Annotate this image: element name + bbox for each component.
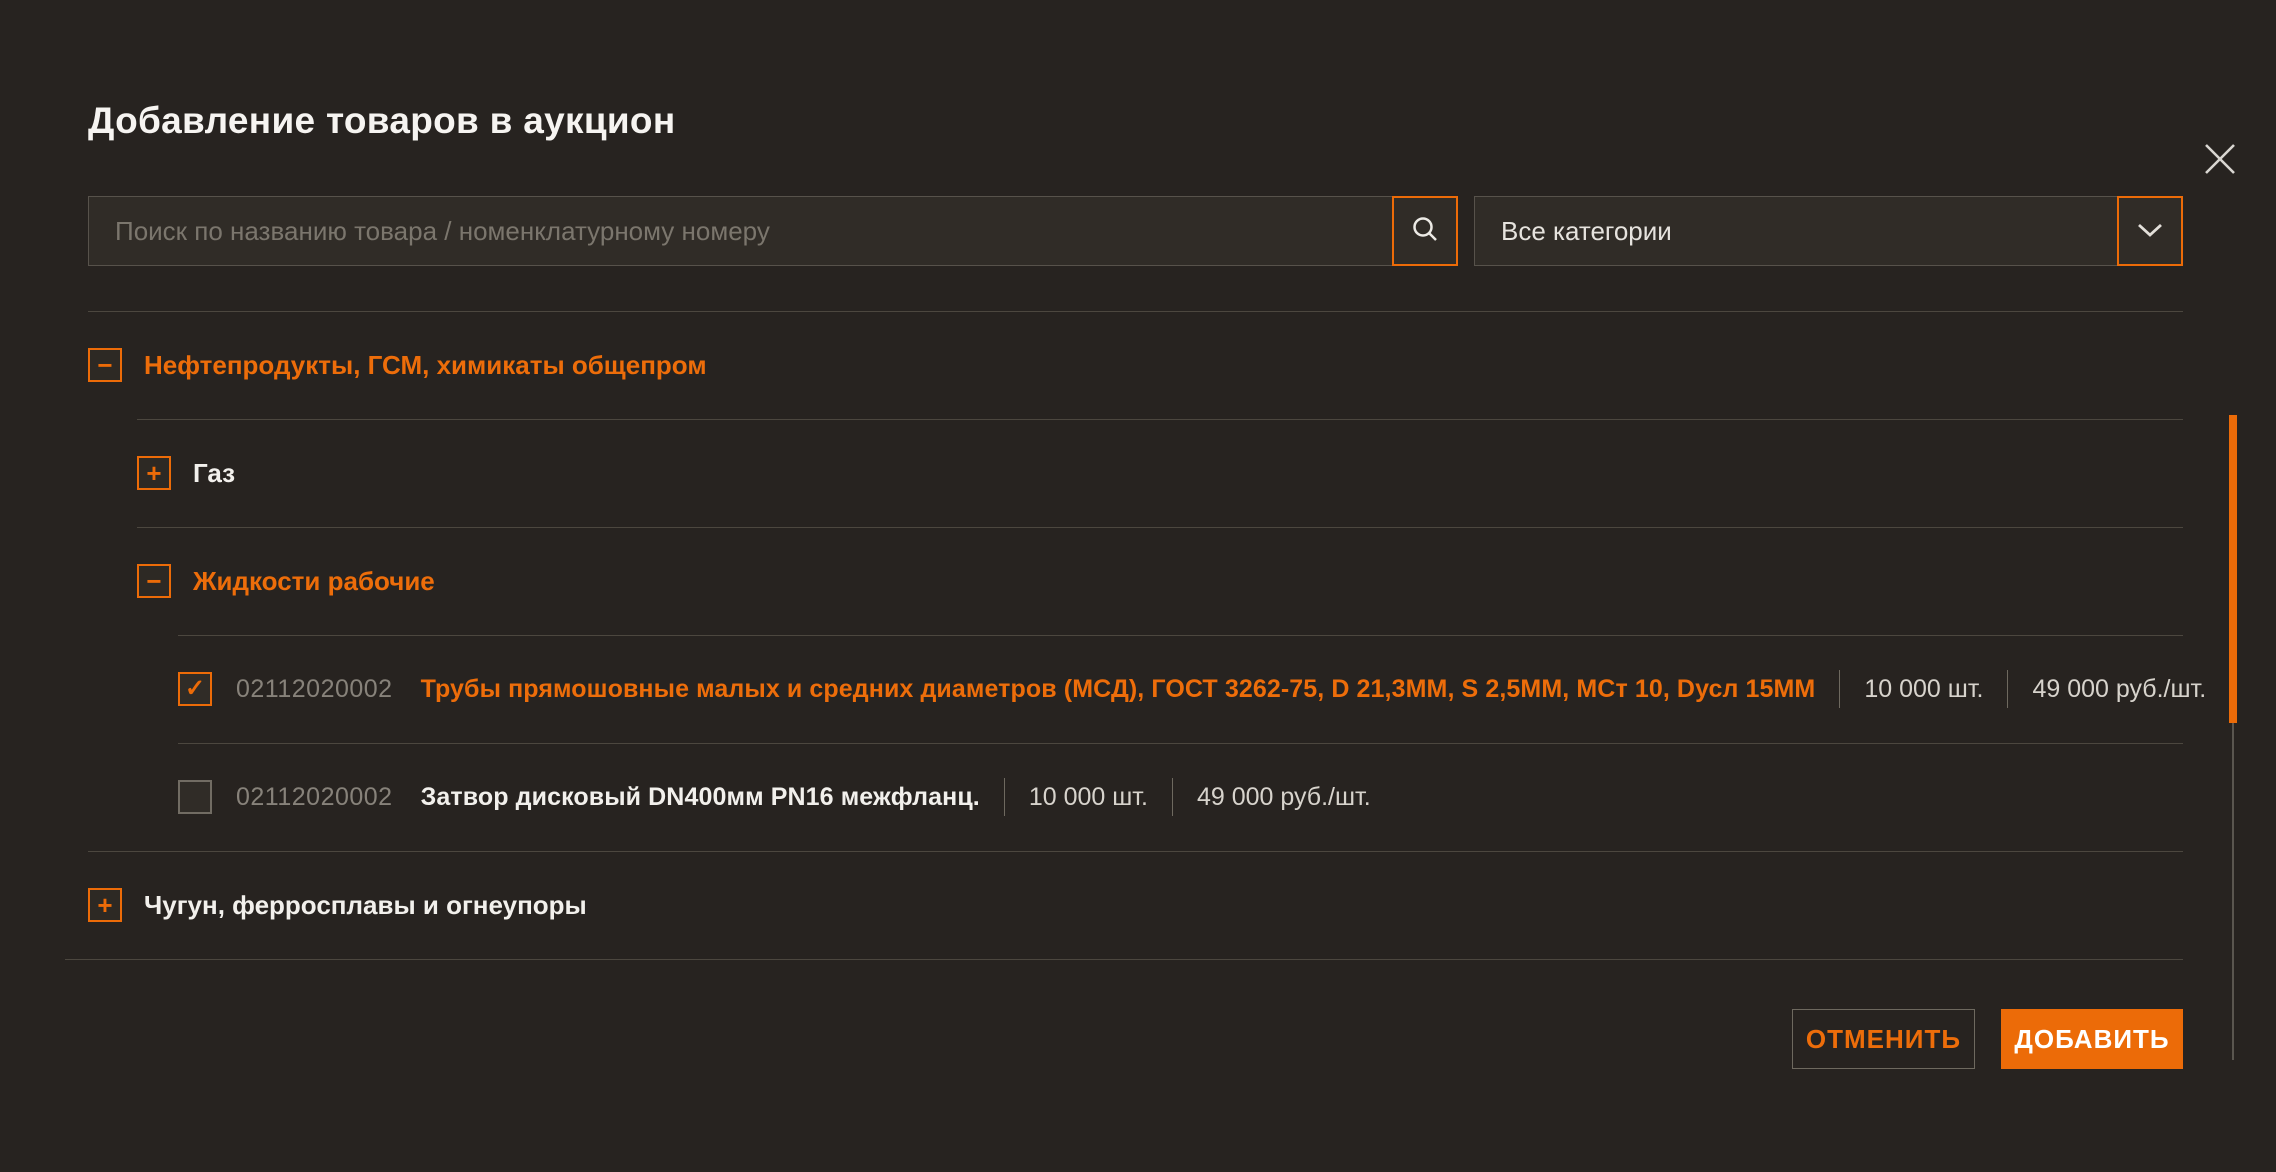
plus-icon: + <box>146 460 161 486</box>
category-select[interactable]: Все категории <box>1474 196 2183 266</box>
product-code: 02112020002 <box>236 675 393 704</box>
collapse-button[interactable]: − <box>137 564 171 598</box>
vertical-divider <box>1004 778 1005 816</box>
product-quantity: 10 000 шт. <box>1029 783 1148 812</box>
product-code: 02112020002 <box>236 783 393 812</box>
minus-icon: − <box>146 568 161 594</box>
scrollbar-thumb[interactable] <box>2229 415 2237 723</box>
checkbox-unchecked[interactable] <box>178 780 212 814</box>
vertical-divider <box>2007 670 2008 708</box>
expand-button[interactable]: + <box>137 456 171 490</box>
vertical-divider <box>1172 778 1173 816</box>
tree-row-product: 02112020002 Затвор дисковый DN400мм PN16… <box>88 743 2183 851</box>
category-label[interactable]: Чугун, ферросплавы и огнеупоры <box>144 890 587 921</box>
chevron-down-icon <box>2136 222 2164 241</box>
product-unit-price: 49 000 руб./шт. <box>1197 783 1371 812</box>
search-input[interactable] <box>89 197 1457 265</box>
tree-row-category: + Чугун, ферросплавы и огнеупоры <box>88 851 2183 959</box>
check-icon: ✓ <box>185 677 205 701</box>
category-tree: − Нефтепродукты, ГСМ, химикаты общепром … <box>88 311 2183 960</box>
cancel-button[interactable]: ОТМЕНИТЬ <box>1792 1009 1975 1069</box>
category-label[interactable]: Жидкости рабочие <box>193 566 435 597</box>
close-button[interactable] <box>2198 138 2242 182</box>
product-unit-price: 49 000 руб./шт. <box>2032 675 2206 704</box>
category-select-toggle[interactable] <box>2117 196 2183 266</box>
list-bottom-divider <box>65 959 2183 960</box>
tree-row-category: − Жидкости рабочие <box>88 527 2183 635</box>
product-name-link[interactable]: Трубы прямошовные малых и средних диамет… <box>421 675 1816 704</box>
category-label[interactable]: Нефтепродукты, ГСМ, химикаты общепром <box>144 350 707 381</box>
checkbox-checked[interactable]: ✓ <box>178 672 212 706</box>
plus-icon: + <box>97 892 112 918</box>
close-icon <box>2203 142 2237 179</box>
tree-row-product: ✓ 02112020002 Трубы прямошовные малых и … <box>88 635 2183 743</box>
tree-row-category: + Газ <box>88 419 2183 527</box>
category-select-value: Все категории <box>1501 216 1672 247</box>
collapse-button[interactable]: − <box>88 348 122 382</box>
minus-icon: − <box>97 352 112 378</box>
product-name: Затвор дисковый DN400мм PN16 межфланц. <box>421 783 980 812</box>
search-box <box>88 196 1458 266</box>
modal-title: Добавление товаров в аукцион <box>88 100 2183 142</box>
search-button[interactable] <box>1392 196 1458 266</box>
search-icon <box>1409 214 1441 249</box>
category-label[interactable]: Газ <box>193 458 235 489</box>
filters-bar: Все категории <box>88 196 2183 266</box>
vertical-divider <box>1839 670 1840 708</box>
expand-button[interactable]: + <box>88 888 122 922</box>
product-quantity: 10 000 шт. <box>1864 675 1983 704</box>
add-button[interactable]: ДОБАВИТЬ <box>2001 1009 2183 1069</box>
footer-actions: ОТМЕНИТЬ ДОБАВИТЬ <box>88 1009 2183 1069</box>
tree-row-category: − Нефтепродукты, ГСМ, химикаты общепром <box>88 311 2183 419</box>
